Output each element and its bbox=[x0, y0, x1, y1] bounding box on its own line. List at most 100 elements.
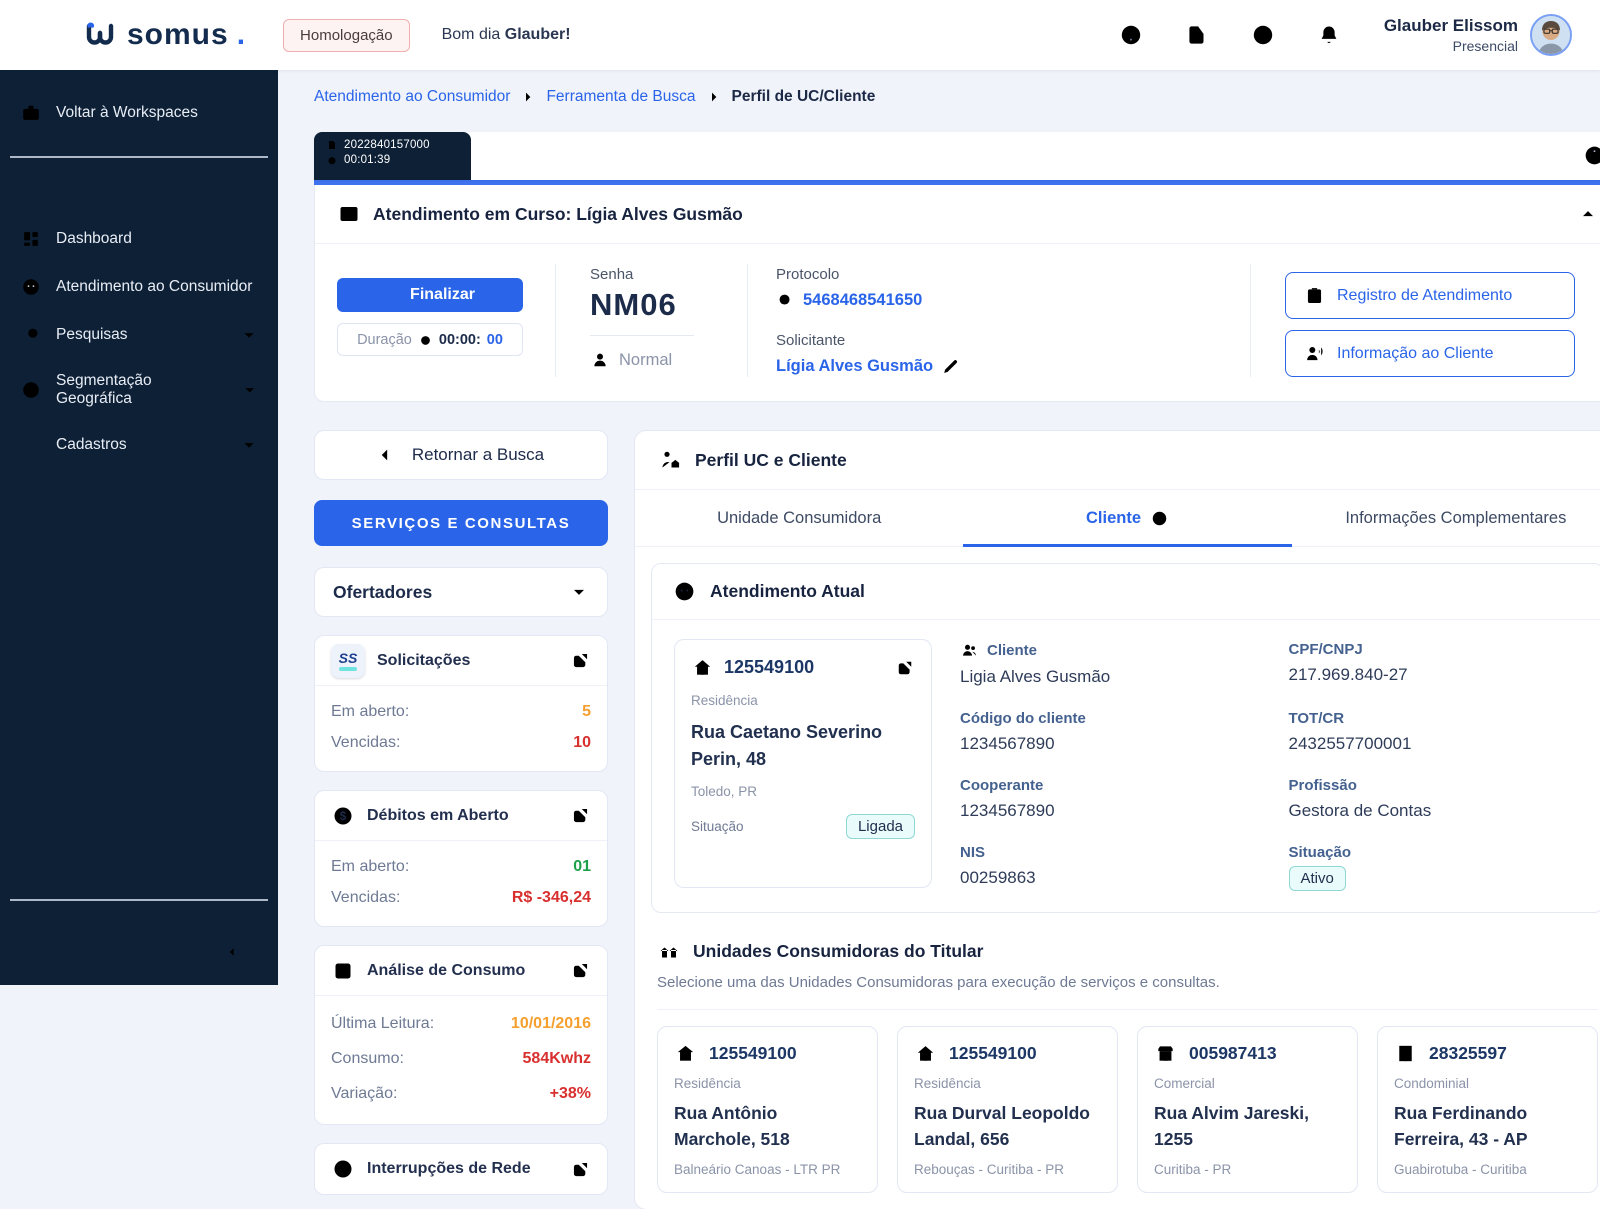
uc-card-4[interactable]: 28325597 Condominial Rua Ferdinando Ferr… bbox=[1377, 1026, 1598, 1193]
external-link-icon[interactable] bbox=[570, 960, 591, 981]
solicitacoes-ss-icon: SS bbox=[331, 644, 365, 678]
info-icon[interactable] bbox=[1582, 143, 1600, 168]
senha-label: Senha bbox=[590, 266, 747, 283]
requester-link[interactable]: Lígia Alves Gusmão bbox=[776, 357, 1250, 376]
sidebar-item-atendimento[interactable]: Atendimento ao Consumidor bbox=[0, 266, 278, 308]
duration-label: Duração bbox=[357, 332, 412, 348]
tab-cliente[interactable]: Cliente bbox=[963, 490, 1291, 546]
dollar-circle-icon bbox=[331, 804, 355, 828]
houses-icon bbox=[657, 939, 681, 963]
situacao-label: Situação bbox=[691, 819, 744, 834]
pencil-icon[interactable] bbox=[941, 357, 960, 376]
uc-card-2[interactable]: 125549100 Residência Rua Durval Leopoldo… bbox=[897, 1026, 1118, 1193]
stat-row: Vencidas: R$ -346,24 bbox=[331, 882, 591, 913]
sidebar-item-cadastros[interactable]: Cadastros bbox=[0, 424, 278, 466]
person-house-icon bbox=[659, 448, 683, 472]
brand-dot: . bbox=[237, 20, 245, 50]
uc-cards-row: 125549100 Residência Rua Antônio Marchol… bbox=[657, 1026, 1598, 1193]
arrow-left-icon bbox=[378, 445, 398, 465]
breadcrumb-current: Perfil de UC/Cliente bbox=[732, 88, 876, 106]
protocol-label: Protocolo bbox=[776, 266, 1250, 283]
stat-row: Em aberto: 01 bbox=[331, 851, 591, 882]
duration-box: Duração 00:00: 00 bbox=[337, 323, 523, 356]
sidebar-item-segmentacao[interactable]: Segmentação Geográfica bbox=[0, 362, 278, 418]
divider bbox=[590, 335, 694, 336]
session-strip: 2022840157000 00:01:39 bbox=[314, 132, 1600, 180]
avatar[interactable] bbox=[1530, 14, 1572, 56]
user-info: Glauber Elissom Presencial bbox=[1384, 16, 1518, 54]
search-lines-icon bbox=[20, 324, 42, 346]
return-search-button[interactable]: Retornar a Busca bbox=[314, 430, 608, 480]
session-tab[interactable]: 2022840157000 00:01:39 bbox=[314, 132, 471, 180]
chevron-right-icon bbox=[520, 89, 536, 105]
uc-card-3[interactable]: 005987413 Comercial Rua Alvim Jareski, 1… bbox=[1137, 1026, 1358, 1193]
topbar-icons bbox=[1118, 22, 1342, 48]
perfil-panel: Perfil UC e Cliente Unidade Consumidora … bbox=[634, 430, 1600, 1209]
sidebar-item-dashboard[interactable]: Dashboard bbox=[0, 218, 278, 260]
external-link-icon[interactable] bbox=[570, 650, 591, 671]
new-note-icon[interactable] bbox=[1184, 22, 1210, 48]
help-icon[interactable] bbox=[1118, 22, 1144, 48]
dashboard-grid-icon bbox=[20, 228, 42, 250]
session-code: 2022840157000 bbox=[344, 139, 430, 151]
register-attendance-button[interactable]: Registro de Atendimento bbox=[1285, 272, 1575, 319]
pause-icon[interactable] bbox=[1250, 22, 1276, 48]
brand-name: somus bbox=[127, 20, 229, 50]
document-icon bbox=[326, 139, 338, 151]
titular-subtitle: Selecione uma das Unidades Consumidoras … bbox=[657, 974, 1598, 991]
main-content: Atendimento ao Consumidor Ferramenta de … bbox=[278, 70, 1600, 1209]
duration-value: 00:00: bbox=[439, 332, 481, 348]
services-consults-button[interactable]: SERVIÇOS E CONSULTAS bbox=[314, 500, 608, 546]
external-link-icon[interactable] bbox=[570, 805, 591, 826]
solicitacoes-card: SS Solicitações Em aberto: 5 Vencidas: 1… bbox=[314, 635, 608, 772]
right-panel: Perfil UC e Cliente Unidade Consumidora … bbox=[634, 430, 1600, 1209]
greeting-user-name: Glauber! bbox=[505, 26, 571, 43]
current-uc-card[interactable]: 125549100 Residência Rua Caetano Severin… bbox=[674, 639, 932, 888]
status-badge: Ativo bbox=[1289, 866, 1346, 891]
people-icon bbox=[960, 641, 979, 660]
perfil-title: Perfil UC e Cliente bbox=[695, 450, 847, 471]
interrupcoes-card: Interrupções de Rede bbox=[314, 1143, 608, 1195]
external-link-icon[interactable] bbox=[570, 1159, 591, 1180]
external-link-icon[interactable] bbox=[895, 658, 915, 678]
tab-informacoes-complementares[interactable]: Informações Complementares bbox=[1292, 490, 1600, 546]
tab-unidade-consumidora[interactable]: Unidade Consumidora bbox=[635, 490, 963, 546]
sidebar-item-pesquisas[interactable]: Pesquisas bbox=[0, 314, 278, 356]
uc-address: Rua Caetano Severino Perin, 48 bbox=[691, 719, 915, 773]
user-name: Glauber Elissom bbox=[1384, 16, 1518, 36]
collapse-sidebar-icon[interactable] bbox=[226, 939, 252, 965]
breadcrumb-ferramenta[interactable]: Ferramenta de Busca bbox=[546, 88, 695, 106]
stat-row: Última Leitura: 10/01/2016 bbox=[331, 1006, 591, 1041]
app-logo: somus . bbox=[85, 20, 245, 50]
notifications-bell-icon[interactable] bbox=[1316, 22, 1342, 48]
titular-section: Unidades Consumidoras do Titular Selecio… bbox=[651, 939, 1600, 1193]
chevron-right-icon bbox=[706, 89, 722, 105]
stat-row: Em aberto: 5 bbox=[331, 696, 591, 727]
lightning-circle-icon bbox=[331, 1157, 355, 1181]
protocol-link[interactable]: 5468468541650 bbox=[776, 291, 1250, 310]
client-info-button[interactable]: Informação ao Cliente bbox=[1285, 330, 1575, 377]
field-situacao: Situação Ativo bbox=[1289, 844, 1582, 888]
user-mode: Presencial bbox=[1384, 38, 1518, 54]
logo-mark-icon bbox=[85, 20, 119, 50]
stat-row: Variação: +38% bbox=[331, 1076, 591, 1111]
breadcrumb-atendimento[interactable]: Atendimento ao Consumidor bbox=[314, 88, 510, 106]
duration-seconds: 00 bbox=[487, 332, 503, 348]
stopwatch-icon bbox=[418, 332, 433, 347]
house-icon bbox=[691, 656, 714, 679]
sidebar-back-workspaces[interactable]: Voltar à Workspaces bbox=[0, 92, 278, 134]
contact-card-icon bbox=[337, 202, 361, 226]
finalize-button[interactable]: Finalizar bbox=[337, 278, 523, 312]
atendimento-atual-card: Atendimento Atual 125549100 Residên bbox=[651, 563, 1600, 913]
list-plus-icon bbox=[20, 434, 42, 456]
uc-card-1[interactable]: 125549100 Residência Rua Antônio Marchol… bbox=[657, 1026, 878, 1193]
environment-badge: Homologação bbox=[283, 19, 410, 52]
stopwatch-icon bbox=[326, 154, 338, 166]
person-talking-icon bbox=[1304, 343, 1325, 364]
building-icon bbox=[1394, 1042, 1417, 1065]
divider bbox=[657, 1009, 1598, 1010]
session-elapsed: 00:01:39 bbox=[344, 154, 390, 166]
ofertadores-dropdown[interactable]: Ofertadores bbox=[314, 567, 608, 617]
chevron-up-icon[interactable] bbox=[1578, 204, 1598, 224]
top-bar: somus . Homologação Bom dia Glauber! Gla… bbox=[0, 0, 1600, 70]
